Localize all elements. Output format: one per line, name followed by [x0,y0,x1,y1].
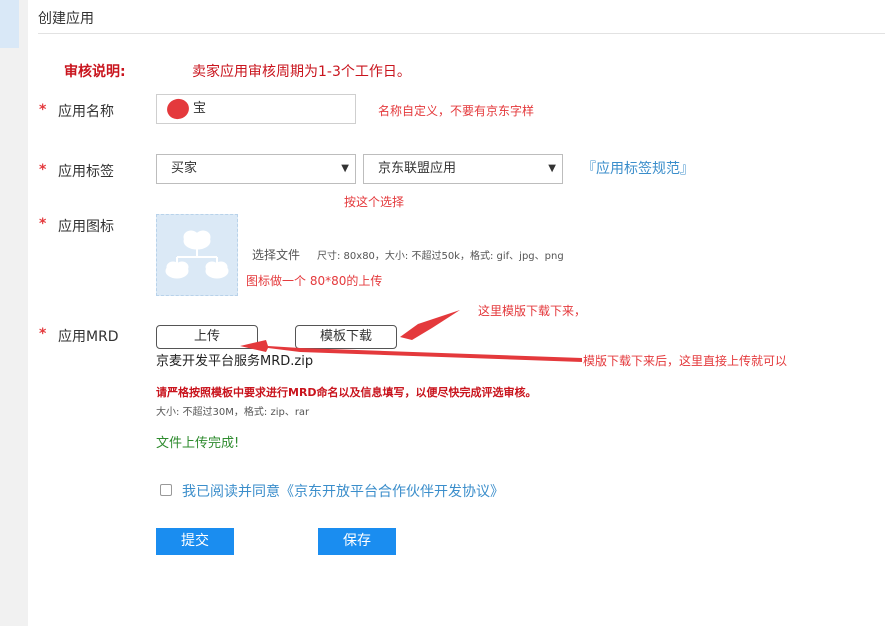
save-button[interactable]: 保存 [318,528,396,555]
agreement-link[interactable]: 我已阅读并同意《京东开放平台合作伙伴开发协议》 [182,481,504,501]
submit-button[interactable]: 提交 [156,528,234,555]
arrow-to-template-icon [400,310,460,340]
agreement-checkbox[interactable] [160,484,172,496]
annotation-arrows [240,310,582,362]
arrow-to-upload-icon [240,340,582,362]
